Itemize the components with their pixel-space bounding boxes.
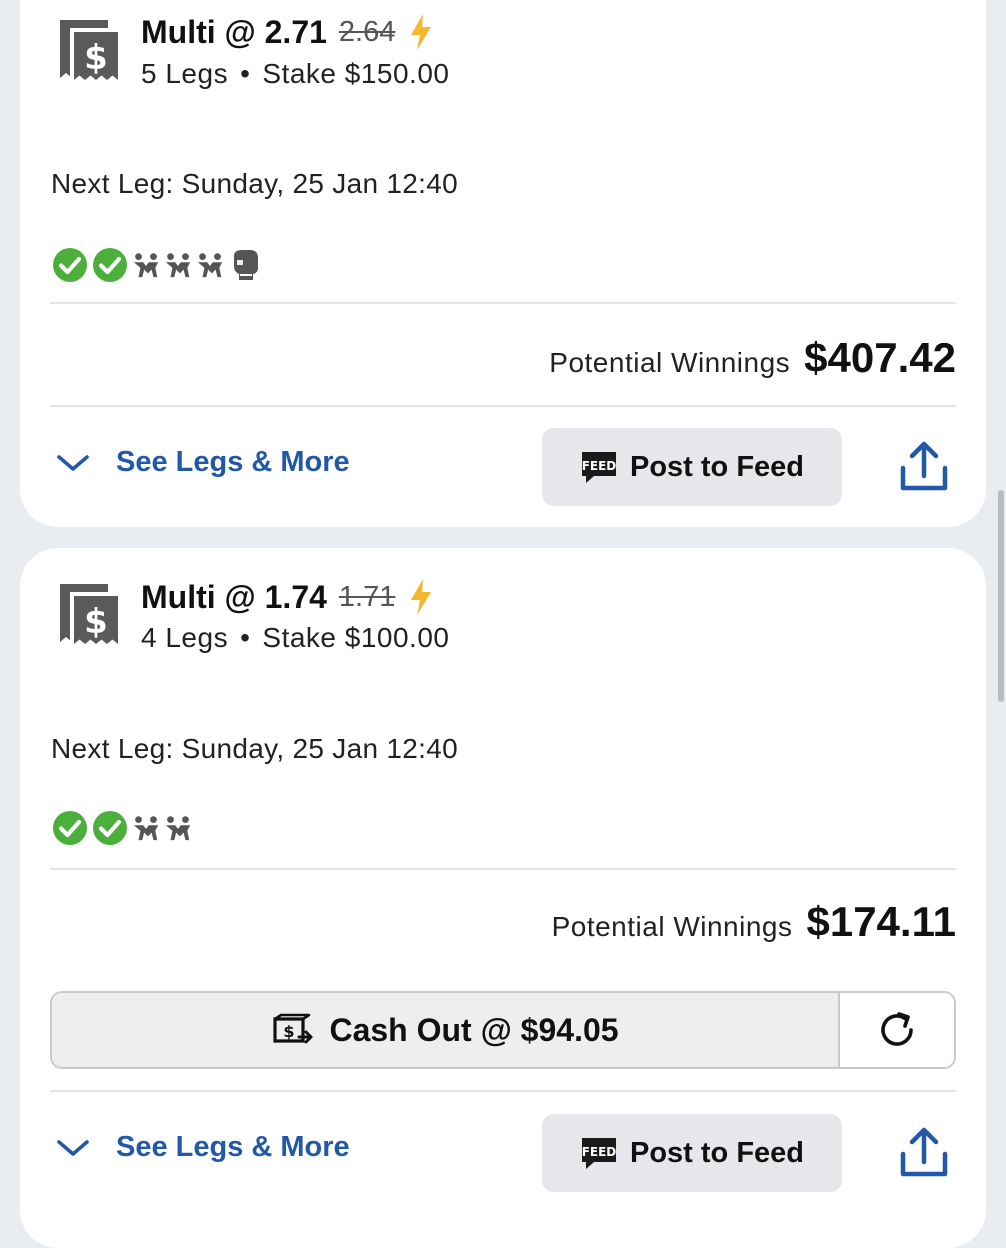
legs-count: 5 Legs [141, 58, 229, 89]
next-leg-text: Next Leg: Sunday, 25 Jan 12:40 [51, 733, 458, 764]
cash-out-label: Cash Out @ $94.05 [329, 1011, 619, 1048]
runners-icon [132, 250, 160, 280]
divider [50, 868, 956, 870]
runners-icon [164, 250, 192, 280]
potential-winnings-amount: $407.42 [804, 334, 956, 381]
lightning-icon [409, 13, 433, 51]
potential-winnings-label: Potential Winnings [549, 347, 791, 378]
potential-winnings-amount: $174.11 [806, 898, 956, 945]
cash-out-icon [271, 1013, 315, 1047]
bet-title: Multi @ 2.71 [141, 13, 327, 50]
feed-icon [580, 1136, 618, 1170]
bet-card: Multi @ 2.71 2.64 5 Legs • Stake $150.00 N… [20, 0, 986, 527]
bet-title-row: Multi @ 1.74 1.71 [141, 578, 433, 616]
see-legs-button[interactable]: See Legs & More [56, 446, 350, 479]
runners-icon [196, 250, 224, 280]
divider [50, 1090, 956, 1092]
check-icon [52, 810, 88, 846]
previous-odds: 1.71 [338, 580, 396, 613]
scrollbar[interactable] [998, 490, 1004, 702]
check-icon [92, 810, 128, 846]
post-to-feed-label: Post to Feed [629, 1136, 804, 1169]
bet-slip-icon [54, 578, 126, 652]
separator: • [240, 58, 251, 89]
bet-title: Multi @ 1.74 [141, 578, 327, 615]
share-icon[interactable] [898, 1124, 950, 1180]
lightning-icon [409, 578, 433, 616]
bet-subtitle: 4 Legs • Stake $100.00 [141, 622, 449, 654]
stake: Stake $100.00 [262, 622, 450, 653]
previous-odds: 2.64 [338, 15, 396, 48]
see-legs-label: See Legs & More [116, 446, 350, 478]
share-icon[interactable] [898, 438, 950, 494]
check-icon [92, 247, 128, 283]
legs-status-row [52, 247, 262, 283]
divider [50, 405, 956, 407]
boxing-glove-icon [228, 248, 262, 282]
legs-count: 4 Legs [141, 622, 229, 653]
post-to-feed-button[interactable]: Post to Feed [542, 1114, 842, 1192]
refresh-icon [875, 1008, 919, 1052]
check-icon [52, 247, 88, 283]
bet-card: Multi @ 1.74 1.71 4 Legs • Stake $100.00 N… [20, 548, 986, 1248]
post-to-feed-button[interactable]: Post to Feed [542, 428, 842, 506]
potential-winnings: Potential Winnings $407.42 [549, 334, 956, 382]
cash-out-button[interactable]: Cash Out @ $94.05 [52, 993, 840, 1067]
legs-status-row [52, 810, 192, 846]
potential-winnings: Potential Winnings $174.11 [552, 898, 956, 946]
bet-slip-icon [54, 14, 126, 88]
separator: • [240, 622, 251, 653]
runners-icon [132, 813, 160, 843]
stake: Stake $150.00 [262, 58, 450, 89]
runners-icon [164, 813, 192, 843]
chevron-down-icon [56, 1138, 90, 1158]
potential-winnings-label: Potential Winnings [551, 911, 793, 942]
see-legs-button[interactable]: See Legs & More [56, 1131, 350, 1164]
chevron-down-icon [56, 453, 90, 473]
bet-subtitle: 5 Legs • Stake $150.00 [141, 58, 449, 90]
cash-out-control: Cash Out @ $94.05 [50, 991, 956, 1069]
next-leg-text: Next Leg: Sunday, 25 Jan 12:40 [51, 168, 458, 199]
bet-title-row: Multi @ 2.71 2.64 [141, 13, 433, 51]
divider [50, 302, 956, 304]
post-to-feed-label: Post to Feed [629, 450, 804, 483]
refresh-button[interactable] [840, 993, 954, 1067]
see-legs-label: See Legs & More [116, 1131, 350, 1163]
feed-icon [580, 450, 618, 484]
